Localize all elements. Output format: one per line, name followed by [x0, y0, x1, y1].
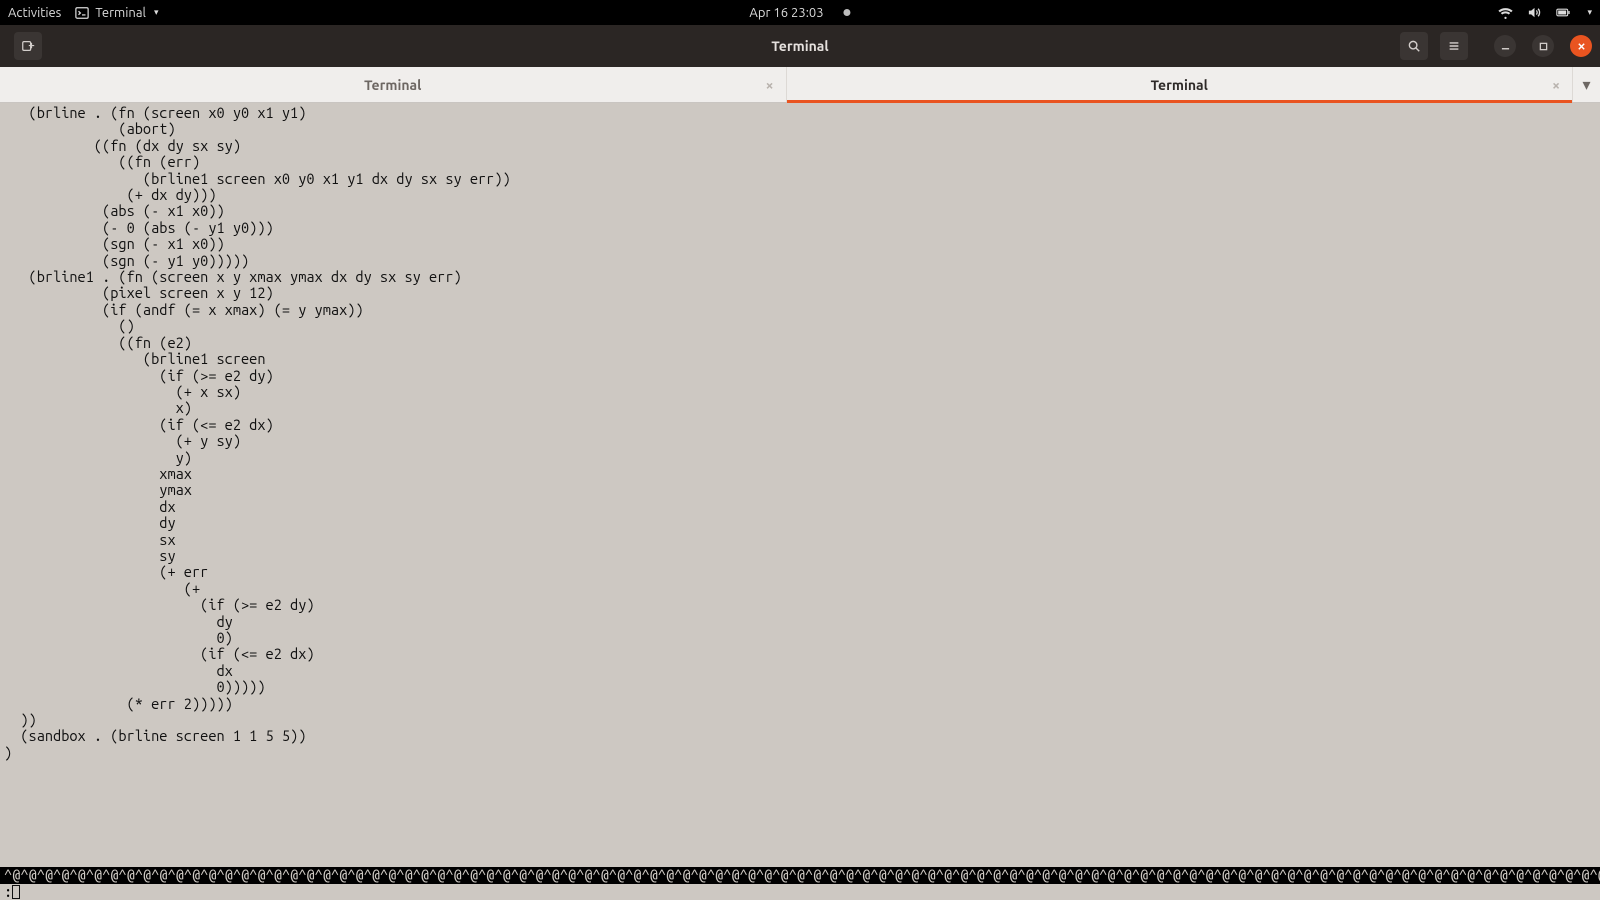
window-maximize-button[interactable] [1532, 35, 1554, 57]
tab-terminal-2[interactable]: Terminal × [786, 67, 1573, 102]
chevron-down-icon: ▾ [1587, 7, 1592, 18]
terminal-tabbar: Terminal × Terminal × ▾ [0, 67, 1600, 103]
close-icon [1577, 42, 1586, 51]
volume-icon [1527, 5, 1542, 20]
hamburger-menu-button[interactable] [1440, 32, 1468, 60]
clock[interactable]: Apr 16 23:03 [749, 6, 850, 20]
window-close-button[interactable] [1570, 35, 1592, 57]
chevron-down-icon: ▾ [154, 7, 159, 18]
chevron-down-icon: ▾ [1582, 75, 1590, 94]
hamburger-icon [1447, 39, 1461, 53]
app-menu-label: Terminal [95, 6, 146, 20]
maximize-icon [1539, 42, 1548, 51]
window-minimize-button[interactable] [1494, 35, 1516, 57]
new-tab-icon [21, 39, 35, 53]
tab-terminal-1[interactable]: Terminal × [0, 67, 786, 102]
system-status-area[interactable]: ▾ [1498, 5, 1592, 20]
minimize-icon [1501, 42, 1510, 51]
activities-button[interactable]: Activities [8, 6, 61, 20]
search-icon [1407, 39, 1421, 53]
tab-label: Terminal [364, 77, 421, 93]
prompt-char: : [4, 884, 12, 900]
terminal-binary-overflow: ^@^@^@^@^@^@^@^@^@^@^@^@^@^@^@^@^@^@^@^@… [0, 867, 1600, 883]
clock-label: Apr 16 23:03 [749, 6, 823, 20]
terminal-viewport[interactable]: (brline . (fn (screen x0 y0 x1 y1) (abor… [0, 103, 1600, 900]
notification-dot-icon [844, 9, 851, 16]
terminal-icon [75, 6, 89, 20]
window-titlebar: Terminal [0, 25, 1600, 67]
terminal-code-output: (brline . (fn (screen x0 y0 x1 y1) (abor… [0, 103, 1600, 867]
terminal-prompt-line[interactable]: : [0, 884, 1600, 900]
tab-close-button[interactable]: × [1552, 77, 1560, 93]
cursor-icon [12, 885, 20, 899]
new-tab-button[interactable] [14, 32, 42, 60]
battery-icon [1556, 5, 1571, 20]
window-title: Terminal [771, 38, 828, 54]
tab-label: Terminal [1151, 77, 1208, 93]
tab-overflow-button[interactable]: ▾ [1572, 67, 1600, 102]
search-button[interactable] [1400, 32, 1428, 60]
wifi-icon [1498, 5, 1513, 20]
app-menu[interactable]: Terminal ▾ [75, 6, 158, 20]
tab-close-button[interactable]: × [766, 77, 774, 93]
gnome-top-panel: Activities Terminal ▾ Apr 16 23:03 ▾ [0, 0, 1600, 25]
